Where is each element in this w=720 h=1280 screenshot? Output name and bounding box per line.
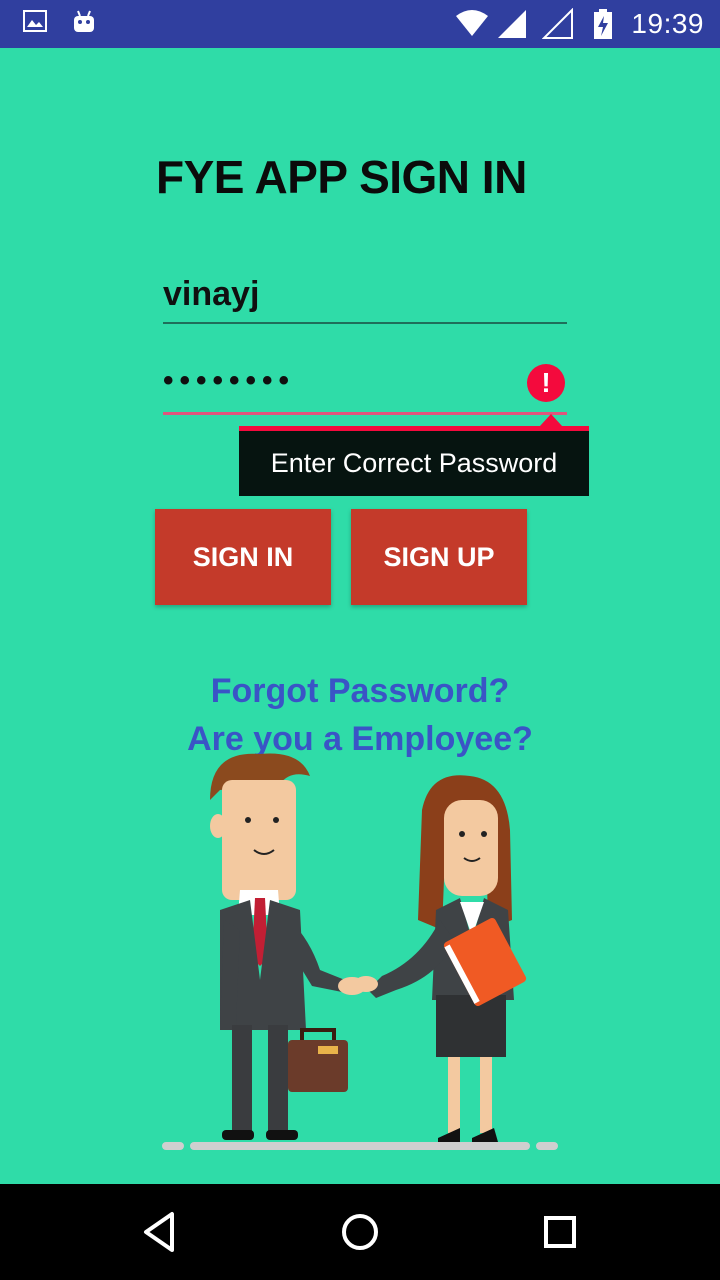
username-value: vinayj bbox=[163, 275, 260, 313]
username-field[interactable]: vinayj bbox=[163, 262, 567, 324]
password-field[interactable]: •••••••• ! bbox=[163, 352, 567, 415]
password-error-tooltip: Enter Correct Password bbox=[239, 426, 589, 496]
forgot-password-link[interactable]: Forgot Password? bbox=[0, 672, 720, 711]
handshake-illustration bbox=[162, 753, 558, 1150]
status-time: 19:39 bbox=[631, 8, 704, 39]
signal-icon bbox=[498, 10, 526, 38]
back-icon[interactable] bbox=[136, 1208, 184, 1256]
recents-icon[interactable] bbox=[536, 1208, 584, 1256]
sign-in-button[interactable]: SIGN IN bbox=[155, 509, 331, 605]
password-value: •••••••• bbox=[163, 364, 296, 397]
android-icon bbox=[74, 10, 94, 32]
man-figure bbox=[210, 753, 366, 1140]
signal-empty-icon bbox=[542, 8, 573, 39]
tooltip-arrow bbox=[540, 414, 562, 426]
status-bar: 19:39 bbox=[0, 0, 720, 48]
wifi-icon bbox=[456, 10, 488, 36]
battery-icon bbox=[594, 9, 612, 39]
woman-figure bbox=[354, 775, 527, 1142]
image-icon bbox=[23, 10, 47, 32]
sign-up-button[interactable]: SIGN UP bbox=[351, 509, 527, 605]
ground-line bbox=[162, 1142, 558, 1150]
error-icon: ! bbox=[527, 364, 565, 402]
home-icon[interactable] bbox=[336, 1208, 384, 1256]
page-title: FYE APP SIGN IN bbox=[156, 151, 527, 203]
navigation-bar bbox=[0, 1184, 720, 1280]
